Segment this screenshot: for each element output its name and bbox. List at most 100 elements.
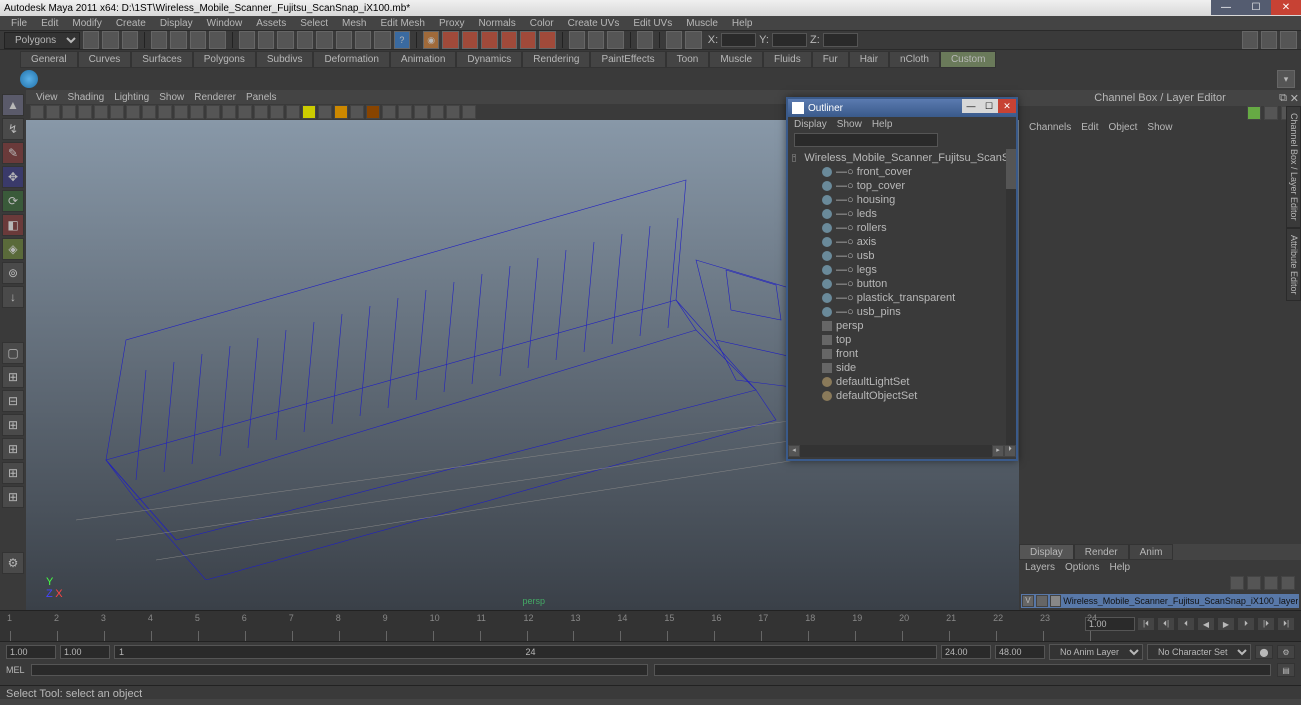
snap-curve-icon[interactable] bbox=[258, 31, 274, 49]
viewport-tool-icon[interactable] bbox=[350, 105, 364, 119]
close-button[interactable]: ✕ bbox=[1271, 0, 1301, 15]
shelf-icon[interactable] bbox=[209, 31, 225, 49]
channel-menu-show[interactable]: Show bbox=[1147, 122, 1172, 133]
outliner-maximize-button[interactable]: ☐ bbox=[980, 99, 998, 113]
tree-item[interactable]: defaultObjectSet bbox=[792, 389, 1012, 403]
tree-item[interactable]: —○ button bbox=[792, 277, 1012, 291]
side-tab-channel-box---layer-editor[interactable]: Channel Box / Layer Editor bbox=[1286, 106, 1301, 228]
viewport-tool-icon[interactable] bbox=[222, 105, 236, 119]
anim-end-field[interactable] bbox=[995, 645, 1045, 659]
shelf-tab-rendering[interactable]: Rendering bbox=[522, 51, 590, 68]
shelf-icon[interactable] bbox=[190, 31, 206, 49]
layer-vis-toggle[interactable]: V bbox=[1022, 595, 1034, 607]
menu-edit-uvs[interactable]: Edit UVs bbox=[626, 18, 679, 29]
viewport-menu-show[interactable]: Show bbox=[159, 92, 184, 103]
ipr-icon[interactable] bbox=[442, 31, 458, 49]
menu-window[interactable]: Window bbox=[200, 18, 250, 29]
module-selector[interactable]: Polygons bbox=[4, 32, 80, 49]
layout-four-icon[interactable]: ⊞ bbox=[2, 366, 24, 388]
minimize-button[interactable]: — bbox=[1211, 0, 1241, 15]
render-icon[interactable]: ◉ bbox=[423, 31, 439, 49]
panel-undock-icon[interactable]: ⧉ bbox=[1279, 92, 1287, 105]
tree-item[interactable]: —○ usb bbox=[792, 249, 1012, 263]
maximize-button[interactable]: ☐ bbox=[1241, 0, 1271, 15]
viewport-tool-icon[interactable] bbox=[286, 105, 300, 119]
channel-menu-object[interactable]: Object bbox=[1109, 122, 1138, 133]
channel-icon[interactable] bbox=[1247, 106, 1261, 120]
paint-tool[interactable]: ✎ bbox=[2, 142, 24, 164]
snap-icon[interactable] bbox=[374, 31, 390, 49]
command-input[interactable] bbox=[31, 664, 648, 676]
outliner-search-input[interactable] bbox=[794, 133, 938, 147]
shelf-icon-redo[interactable] bbox=[170, 31, 186, 49]
shelf-icon-save[interactable] bbox=[122, 31, 138, 49]
hypershade-icon[interactable] bbox=[666, 31, 682, 49]
menu-color[interactable]: Color bbox=[523, 18, 561, 29]
viewport-tool-icon[interactable] bbox=[430, 105, 444, 119]
script-editor-icon[interactable]: ▤ bbox=[1277, 663, 1295, 677]
ui-icon[interactable] bbox=[1242, 31, 1258, 49]
maya-logo-icon[interactable] bbox=[20, 70, 38, 88]
ui-icon[interactable] bbox=[1280, 31, 1296, 49]
shelf-icon-undo[interactable] bbox=[151, 31, 167, 49]
channel-icon[interactable] bbox=[1264, 106, 1278, 120]
coord-z-input[interactable] bbox=[823, 33, 858, 47]
ui-icon[interactable] bbox=[1261, 31, 1277, 49]
shelf-tab-curves[interactable]: Curves bbox=[78, 51, 132, 68]
channel-menu-edit[interactable]: Edit bbox=[1081, 122, 1098, 133]
step-fwd-button[interactable]: |⏵ bbox=[1257, 617, 1275, 631]
prev-key-button[interactable]: ⏴ bbox=[1177, 617, 1195, 631]
rotate-tool[interactable]: ⟳ bbox=[2, 190, 24, 212]
snap-live-icon[interactable] bbox=[316, 31, 332, 49]
menu-assets[interactable]: Assets bbox=[249, 18, 293, 29]
snap-icon[interactable] bbox=[355, 31, 371, 49]
select-tool[interactable]: ▲ bbox=[2, 94, 24, 116]
time-ruler[interactable]: |⏴ ⏴| ⏴ ◀ ▶ ⏵ |⏵ ⏵| 12345678910111213141… bbox=[0, 610, 1301, 642]
range-slider[interactable]: 1 24 bbox=[114, 645, 937, 659]
render-icon[interactable] bbox=[539, 31, 555, 49]
help-icon[interactable]: ? bbox=[394, 31, 410, 49]
menu-mesh[interactable]: Mesh bbox=[335, 18, 373, 29]
shelf-tab-fur[interactable]: Fur bbox=[812, 51, 849, 68]
tree-item[interactable]: top bbox=[792, 333, 1012, 347]
viewport-menu-view[interactable]: View bbox=[36, 92, 58, 103]
layout-icon[interactable]: ⊞ bbox=[2, 462, 24, 484]
shelf-tab-dynamics[interactable]: Dynamics bbox=[456, 51, 522, 68]
shelf-tab-painteffects[interactable]: PaintEffects bbox=[590, 51, 665, 68]
shelf-tab-toon[interactable]: Toon bbox=[666, 51, 710, 68]
viewport-tool-icon[interactable] bbox=[414, 105, 428, 119]
tree-item[interactable]: -Wireless_Mobile_Scanner_Fujitsu_ScanSna… bbox=[792, 151, 1012, 165]
scale-tool[interactable]: ◧ bbox=[2, 214, 24, 236]
manip-tool[interactable]: ◈ bbox=[2, 238, 24, 260]
viewport-tool-icon[interactable] bbox=[302, 105, 316, 119]
viewport-tool-icon[interactable] bbox=[462, 105, 476, 119]
menu-normals[interactable]: Normals bbox=[472, 18, 523, 29]
render-icon[interactable] bbox=[520, 31, 536, 49]
viewport-tool-icon[interactable] bbox=[126, 105, 140, 119]
shelf-icon-open[interactable] bbox=[102, 31, 118, 49]
menu-proxy[interactable]: Proxy bbox=[432, 18, 472, 29]
move-tool[interactable]: ✥ bbox=[2, 166, 24, 188]
viewport-menu-shading[interactable]: Shading bbox=[68, 92, 105, 103]
tree-item[interactable]: —○ usb_pins bbox=[792, 305, 1012, 319]
channel-menu-channels[interactable]: Channels bbox=[1029, 122, 1071, 133]
viewport-tool-icon[interactable] bbox=[254, 105, 268, 119]
viewport-tool-icon[interactable] bbox=[334, 105, 348, 119]
layout-icon[interactable]: ⊞ bbox=[2, 438, 24, 460]
menu-edit[interactable]: Edit bbox=[34, 18, 65, 29]
tree-item[interactable]: —○ plastick_transparent bbox=[792, 291, 1012, 305]
viewport-tool-icon[interactable] bbox=[174, 105, 188, 119]
next-key-button[interactable]: ⏵ bbox=[1237, 617, 1255, 631]
lasso-tool[interactable]: ↯ bbox=[2, 118, 24, 140]
viewport-tool-icon[interactable] bbox=[142, 105, 156, 119]
scrollbar-thumb[interactable] bbox=[1006, 149, 1016, 189]
layout-icon[interactable] bbox=[569, 31, 585, 49]
menu-edit-mesh[interactable]: Edit Mesh bbox=[373, 18, 431, 29]
viewport-menu-panels[interactable]: Panels bbox=[246, 92, 277, 103]
layout-icon[interactable]: ⊟ bbox=[2, 390, 24, 412]
layout-icon[interactable]: ⊞ bbox=[2, 414, 24, 436]
play-back-button[interactable]: ◀ bbox=[1197, 617, 1215, 631]
layer-icon[interactable] bbox=[1230, 576, 1244, 590]
layer-row[interactable]: V Wireless_Mobile_Scanner_Fujitsu_ScanSn… bbox=[1021, 594, 1299, 608]
autokey-icon[interactable]: ⬤ bbox=[1255, 645, 1273, 659]
